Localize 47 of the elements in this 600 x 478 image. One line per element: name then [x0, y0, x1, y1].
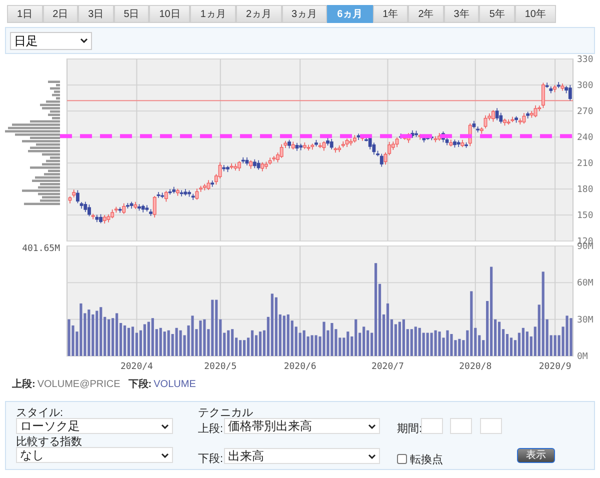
legend-value: VOLUME@PRICE: [37, 378, 120, 392]
axis-label: 2020/9: [538, 362, 572, 372]
period-tab[interactable]: 2ヵ月: [236, 5, 282, 23]
period-tab[interactable]: 5日: [114, 5, 150, 23]
field-label: テクニカル: [198, 406, 253, 420]
axis-label: 300: [577, 81, 594, 91]
axis-label: 30M: [577, 315, 594, 326]
field-label: 上段:: [198, 422, 224, 437]
lower-select[interactable]: 出来高: [224, 448, 380, 464]
legend-label: 上段:: [12, 378, 36, 392]
axis-label: 2020/4: [120, 362, 153, 372]
axis-label: 2020/8: [459, 362, 492, 372]
interval-select[interactable]: 日足: [10, 32, 92, 50]
axis-label: 330: [577, 55, 594, 65]
display-button[interactable]: 表示: [517, 448, 555, 463]
compare-select[interactable]: なし: [16, 447, 173, 463]
field-label: 下段:: [198, 452, 224, 467]
period-tab[interactable]: 2日: [42, 5, 78, 23]
period-tab[interactable]: 3日: [78, 5, 114, 23]
period-tab[interactable]: 1年: [372, 5, 408, 23]
axis-label: 2020/6: [284, 362, 316, 372]
field-label: スタイル:: [16, 406, 64, 421]
max-volume-label: 401.65M: [22, 244, 60, 254]
period-tab[interactable]: 10日: [149, 5, 190, 23]
field-label: 期間:: [397, 422, 422, 437]
axis-label: 270: [577, 107, 594, 117]
axis-label: 210: [577, 159, 594, 169]
axis-label: 60M: [577, 278, 594, 289]
period-tab[interactable]: 5年: [479, 5, 515, 23]
checkbox-label: 転換点: [410, 452, 443, 468]
period-tab[interactable]: 2年: [408, 5, 444, 23]
axis-label: 0M: [577, 352, 588, 362]
upper-select[interactable]: 価格帯別出来高: [224, 418, 380, 434]
period-tab[interactable]: 3ヵ月: [282, 5, 328, 23]
period-tab[interactable]: 3年: [444, 5, 480, 23]
field-label: 比較する指数: [16, 435, 82, 450]
axis-label: 2020/5: [204, 362, 237, 372]
period-tab[interactable]: 1日: [7, 5, 43, 23]
legend-value: VOLUME: [154, 378, 196, 392]
axis-label: 2020/7: [371, 362, 404, 372]
legend-label: 下段:: [128, 378, 152, 392]
axis-label: 240: [577, 133, 594, 143]
axis-label: 180: [577, 185, 594, 195]
axis-label: 150: [577, 211, 594, 221]
period-tab[interactable]: 1ヵ月: [190, 5, 236, 23]
style-select[interactable]: ローソク足: [16, 418, 173, 434]
period-tab[interactable]: 10年: [514, 5, 556, 23]
